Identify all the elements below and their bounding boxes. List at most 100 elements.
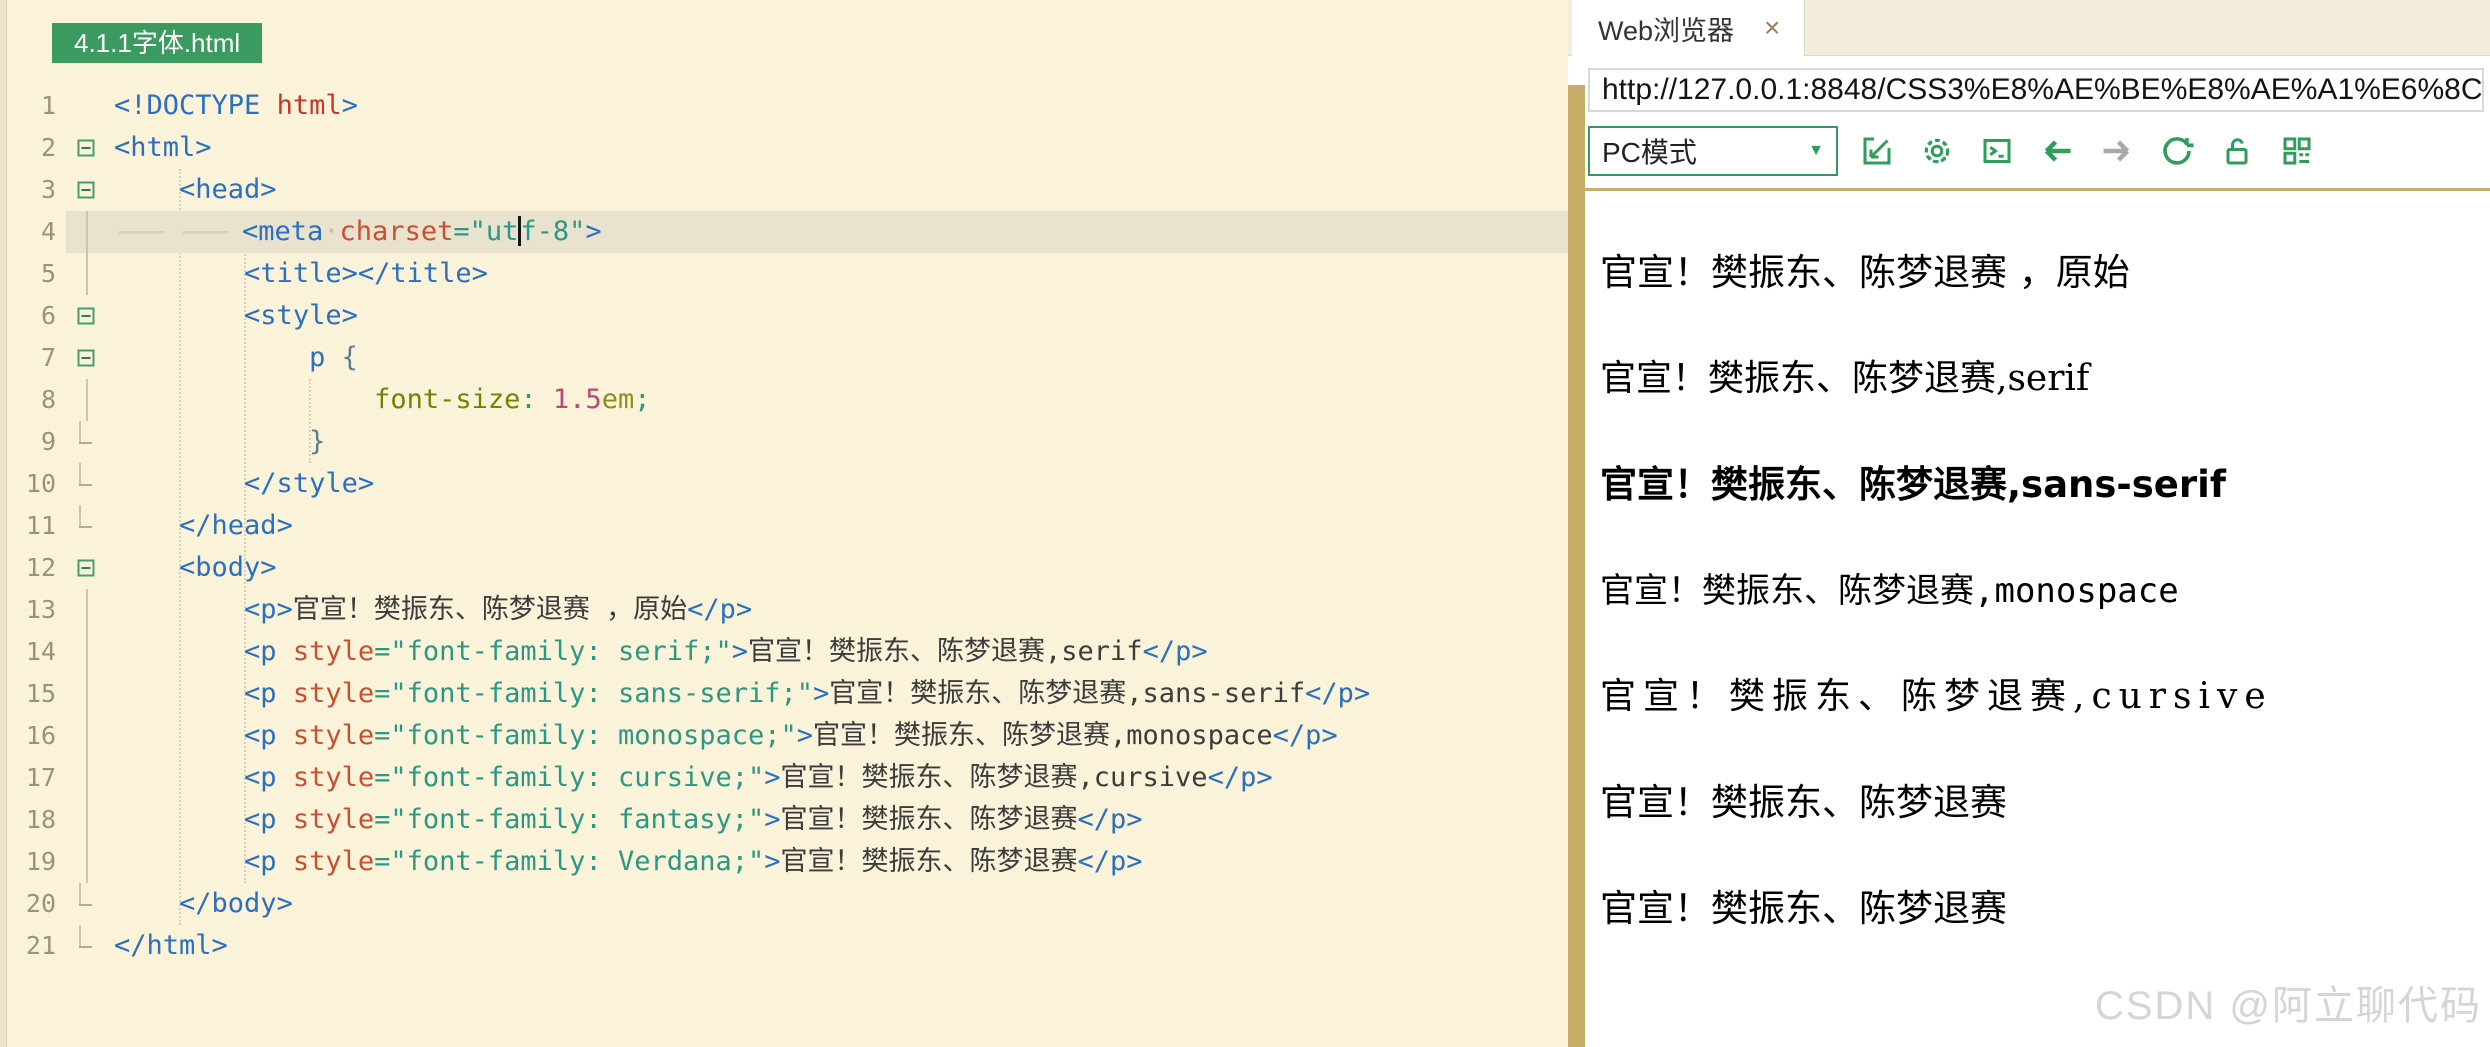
line-number: 21: [0, 925, 66, 967]
preview-content: 官宣！樊振东、陈梦退赛 ，原始官宣！樊振东、陈梦退赛,serif 官宣！樊振东、陈…: [1568, 191, 2490, 1047]
forward-arrow-icon[interactable]: [2098, 132, 2136, 170]
terminal-icon[interactable]: [1978, 132, 2016, 170]
code-text: <p style="font-family: monospace;">官宣！樊振…: [106, 715, 1568, 757]
fold-toggle-icon[interactable]: [66, 337, 106, 379]
preview-paragraph-serif: 官宣！樊振东、陈梦退赛,serif: [1600, 357, 2480, 401]
preview-paragraph-fantasy: 官宣！樊振东、陈梦退赛: [1600, 781, 2480, 825]
code-line[interactable]: 15 <p style="font-family: sans-serif;">官…: [0, 673, 1568, 715]
code-line[interactable]: 8 font-size: 1.5em;: [0, 379, 1568, 421]
preview-paragraph-sans-serif: 官宣！樊振东、陈梦退赛,sans-serif: [1600, 463, 2480, 507]
code-line[interactable]: 14 <p style="font-family: serif;">官宣！樊振东…: [0, 631, 1568, 673]
code-text: }: [106, 421, 1568, 463]
code-line[interactable]: 3 <head>: [0, 169, 1568, 211]
code-text: <body>: [106, 547, 1568, 589]
code-line[interactable]: 2 <html>: [0, 127, 1568, 169]
code-line[interactable]: 18 <p style="font-family: fantasy;">官宣！樊…: [0, 799, 1568, 841]
browser-tabstrip: Web浏览器 ×: [1568, 0, 2490, 56]
code-text: <p style="font-family: serif;">官宣！樊振东、陈梦…: [106, 631, 1568, 673]
watermark: CSDN @阿立聊代码: [2095, 973, 2482, 1031]
code-text: <style>: [106, 295, 1568, 337]
code-text: <p style="font-family: cursive;">官宣！樊振东、…: [106, 757, 1568, 799]
line-number: 20: [0, 883, 66, 925]
line-number: 15: [0, 673, 66, 715]
settings-gear-icon[interactable]: [1918, 132, 1956, 170]
code-text: </head>: [106, 505, 1568, 547]
code-line[interactable]: 20 </body>: [0, 883, 1568, 925]
pc-mode-label: PC模式: [1602, 131, 1697, 171]
fold-guide: [66, 85, 106, 127]
fold-guide: [66, 253, 106, 295]
url-row: http://127.0.0.1:8848/CSS3%E8%AE%BE%E8%A…: [1568, 56, 2490, 118]
preview-paragraph-default: 官宣！樊振东、陈梦退赛 ，原始: [1600, 251, 2480, 295]
browser-tab-label: Web浏览器: [1598, 9, 1734, 48]
line-number: 10: [0, 463, 66, 505]
fold-guide: [66, 925, 106, 967]
pane-splitter[interactable]: [1568, 85, 1585, 1047]
browser-tab[interactable]: Web浏览器 ×: [1572, 0, 1805, 56]
code-line[interactable]: 19 <p style="font-family: Verdana;">官宣！樊…: [0, 841, 1568, 883]
toolbar-icons: [1858, 132, 2316, 170]
line-number: 13: [0, 589, 66, 631]
close-icon[interactable]: ×: [1764, 12, 1780, 44]
code-line[interactable]: 11 </head>: [0, 505, 1568, 547]
code-text: </html>: [106, 925, 1568, 967]
fold-guide: [66, 883, 106, 925]
line-number: 3: [0, 169, 66, 211]
app-window: 4.1.1字体.html 1<!DOCTYPE html>2 <html>3 <h…: [0, 0, 2490, 1047]
fold-guide: [66, 421, 106, 463]
code-text: font-size: 1.5em;: [106, 379, 1568, 421]
fold-guide: [66, 505, 106, 547]
pc-mode-select[interactable]: PC模式 ▼: [1588, 126, 1838, 176]
code-line[interactable]: 17 <p style="font-family: cursive;">官宣！樊…: [0, 757, 1568, 799]
line-number: 16: [0, 715, 66, 757]
line-number: 6: [0, 295, 66, 337]
code-line[interactable]: 16 <p style="font-family: monospace;">官宣…: [0, 715, 1568, 757]
code-line[interactable]: 13 <p>官宣！樊振东、陈梦退赛 ，原始</p>: [0, 589, 1568, 631]
line-number: 2: [0, 127, 66, 169]
code-text: <p style="font-family: sans-serif;">官宣！樊…: [106, 673, 1568, 715]
line-number: 14: [0, 631, 66, 673]
browser-toolbar: PC模式 ▼: [1568, 118, 2490, 188]
line-number: 11: [0, 505, 66, 547]
code-text: <html>: [106, 127, 1568, 169]
code-line[interactable]: 10 </style>: [0, 463, 1568, 505]
open-in-browser-icon[interactable]: [1858, 132, 1896, 170]
code-line[interactable]: 5 <title></title>: [0, 253, 1568, 295]
refresh-icon[interactable]: [2158, 132, 2196, 170]
browser-pane: Web浏览器 × http://127.0.0.1:8848/CSS3%E8%A…: [1568, 0, 2490, 1047]
fold-guide: [66, 211, 106, 253]
qr-grid-icon[interactable]: [2278, 132, 2316, 170]
line-number: 19: [0, 841, 66, 883]
fold-guide: [66, 379, 106, 421]
line-number: 7: [0, 337, 66, 379]
line-number: 17: [0, 757, 66, 799]
code-line[interactable]: 9 }: [0, 421, 1568, 463]
code-text: <meta·charset="utf-8">: [106, 211, 1568, 253]
code-line[interactable]: 4 <meta·charset="utf-8">: [0, 211, 1568, 253]
fold-guide: [66, 589, 106, 631]
code-text: <p>官宣！樊振东、陈梦退赛 ，原始</p>: [106, 589, 1568, 631]
fold-toggle-icon[interactable]: [66, 547, 106, 589]
unlock-icon[interactable]: [2218, 132, 2256, 170]
code-line[interactable]: 7 p {: [0, 337, 1568, 379]
code-text: </body>: [106, 883, 1568, 925]
fold-toggle-icon[interactable]: [66, 295, 106, 337]
code-line[interactable]: 12 <body>: [0, 547, 1568, 589]
fold-toggle-icon[interactable]: [66, 127, 106, 169]
filename-tab[interactable]: 4.1.1字体.html: [52, 23, 262, 63]
fold-guide: [66, 799, 106, 841]
back-arrow-icon[interactable]: [2038, 132, 2076, 170]
line-number: 4: [0, 211, 66, 253]
fold-guide: [66, 757, 106, 799]
fold-guide: [66, 463, 106, 505]
code-line[interactable]: 1<!DOCTYPE html>: [0, 85, 1568, 127]
code-line[interactable]: 6 <style>: [0, 295, 1568, 337]
preview-paragraph-verdana: 官宣！樊振东、陈梦退赛: [1600, 887, 2480, 931]
editor-pane: 4.1.1字体.html 1<!DOCTYPE html>2 <html>3 <h…: [0, 0, 1568, 1047]
code-text: </style>: [106, 463, 1568, 505]
code-lines[interactable]: 1<!DOCTYPE html>2 <html>3 <head>4 <meta·ch…: [0, 85, 1568, 967]
url-input[interactable]: http://127.0.0.1:8848/CSS3%E8%AE%BE%E8%A…: [1588, 68, 2484, 112]
code-line[interactable]: 21 </html>: [0, 925, 1568, 967]
fold-toggle-icon[interactable]: [66, 169, 106, 211]
line-number: 9: [0, 421, 66, 463]
